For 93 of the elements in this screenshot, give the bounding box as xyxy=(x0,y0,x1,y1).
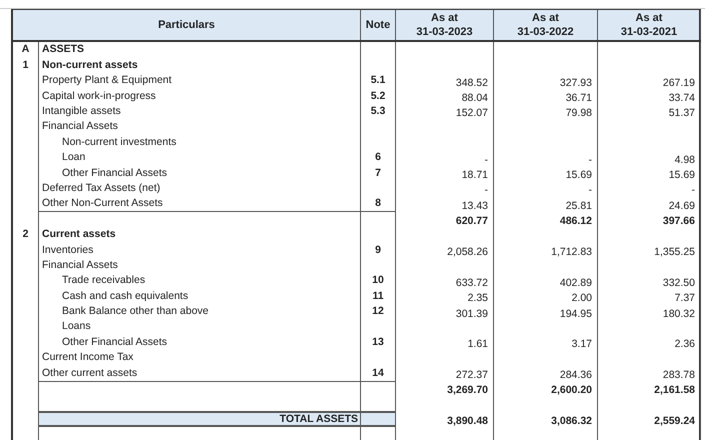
table-cell: 2.36 xyxy=(598,334,701,350)
table-cell: 348.52 xyxy=(396,72,494,88)
table-cell: ASSETS xyxy=(39,42,361,58)
table-cell: 7.37 xyxy=(598,288,701,304)
table-cell: 5.2 xyxy=(361,88,396,104)
table-cell: 11 xyxy=(361,288,396,304)
table-cell: 633.72 xyxy=(396,272,494,288)
table-cell: 402.89 xyxy=(494,272,598,288)
column-header: As at 31-03-2022 xyxy=(494,10,598,40)
table-cell: 2.00 xyxy=(494,288,598,304)
table-cell: 152.07 xyxy=(396,104,494,119)
table-cell: 25.81 xyxy=(494,196,598,212)
table-cell: 2,161.58 xyxy=(598,380,701,396)
table-cell: Loans xyxy=(39,319,361,334)
table-cell: - xyxy=(396,150,494,166)
table-cell: 397.66 xyxy=(598,211,701,227)
table-cell: 284.36 xyxy=(494,365,598,381)
column-header: As at 31-03-2023 xyxy=(396,10,494,40)
table-cell: 2,600.20 xyxy=(494,380,598,396)
table-cell: Financial Assets xyxy=(39,118,361,134)
table-cell: 36.71 xyxy=(494,88,598,104)
table-cell: 15.69 xyxy=(494,165,598,181)
table-cell xyxy=(361,211,396,227)
table-cell: Other current assets xyxy=(39,365,361,381)
table-cell: 79.98 xyxy=(494,104,598,119)
table-cell: 13.43 xyxy=(396,196,494,212)
table-cell: 33.74 xyxy=(598,88,701,104)
table-cell: 486.12 xyxy=(494,211,598,227)
table-cell: 9 xyxy=(361,242,396,258)
table-cell: 10 xyxy=(361,272,396,288)
table-cell: Other Financial Assets xyxy=(39,165,361,181)
table-cell: - xyxy=(494,150,598,166)
table-cell: 194.95 xyxy=(494,304,598,320)
table-cell: Non-current investments xyxy=(39,134,361,150)
table-cell: 1.61 xyxy=(396,334,494,350)
table-cell: - xyxy=(396,180,494,196)
table-cell: 88.04 xyxy=(396,88,494,104)
table-cell: Non-current assets xyxy=(39,57,361,73)
table-cell: 7 xyxy=(361,165,396,181)
table-cell: Inventories xyxy=(39,242,361,258)
table-cell: Cash and cash equivalents xyxy=(39,288,361,304)
table-cell: 15.69 xyxy=(598,165,701,181)
table-cell: 8 xyxy=(361,196,396,212)
table-cell: Financial Assets xyxy=(39,257,361,273)
table-cell: 13 xyxy=(361,334,396,350)
table-cell: Trade receivables xyxy=(39,272,361,288)
table-cell: 3,890.48 xyxy=(396,411,494,427)
table-cell: - xyxy=(598,180,701,196)
table-cell: 283.78 xyxy=(598,365,701,381)
table-cell: 12 xyxy=(361,304,396,320)
table-cell: 1,355.25 xyxy=(598,242,701,258)
table-cell: 327.93 xyxy=(494,72,598,88)
table-cell: 267.19 xyxy=(598,72,701,88)
table-cell: Intangible assets xyxy=(39,104,361,119)
table-cell: Bank Balance other than above xyxy=(39,304,361,320)
table-cell: 51.37 xyxy=(598,104,701,119)
table-cell: Other Financial Assets xyxy=(39,334,361,350)
table-cell: 4.98 xyxy=(598,150,701,166)
table-cell: 18.71 xyxy=(396,165,494,181)
table-cell: Loan xyxy=(39,150,361,166)
table-cell: Other Non-Current Assets xyxy=(39,196,361,212)
table-cell: Property Plant & Equipment xyxy=(39,72,361,88)
table-cell: 180.32 xyxy=(598,304,701,320)
table-cell: 332.50 xyxy=(598,272,701,288)
table-cell: 5.1 xyxy=(361,72,396,88)
table-cell: 3,269.70 xyxy=(396,380,494,396)
column-header: Note xyxy=(361,10,396,40)
table-cell: 2.35 xyxy=(396,288,494,304)
table-cell: Current Income Tax xyxy=(39,350,361,366)
table-cell xyxy=(361,380,396,396)
table-cell: 2,559.24 xyxy=(598,411,701,427)
table-cell: Deferred Tax Assets (net) xyxy=(39,180,361,196)
table-cell: 272.37 xyxy=(396,365,494,381)
table-cell: 24.69 xyxy=(598,196,701,212)
column-header: Particulars xyxy=(13,10,361,40)
table-cell: 2 xyxy=(13,226,39,242)
table-cell: 3.17 xyxy=(494,334,598,350)
table-cell: A xyxy=(13,42,39,58)
table-cell xyxy=(361,411,396,427)
table-cell: 301.39 xyxy=(396,304,494,320)
table-cell: 3,086.32 xyxy=(494,411,598,427)
table-cell: Current assets xyxy=(39,226,361,242)
table-cell: TOTAL ASSETS xyxy=(39,411,361,427)
table-cell: 1,712.83 xyxy=(494,242,598,258)
table-cell: 2,058.26 xyxy=(396,242,494,258)
table-cell: 1 xyxy=(13,57,39,73)
table-cell: 6 xyxy=(361,150,396,166)
column-header: As at 31-03-2021 xyxy=(598,10,701,40)
table-cell: 14 xyxy=(361,365,396,381)
table-cell: Capital work-in-progress xyxy=(39,88,361,104)
table-cell: - xyxy=(494,180,598,196)
table-cell: 5.3 xyxy=(361,104,396,119)
table-cell: 620.77 xyxy=(396,211,494,227)
